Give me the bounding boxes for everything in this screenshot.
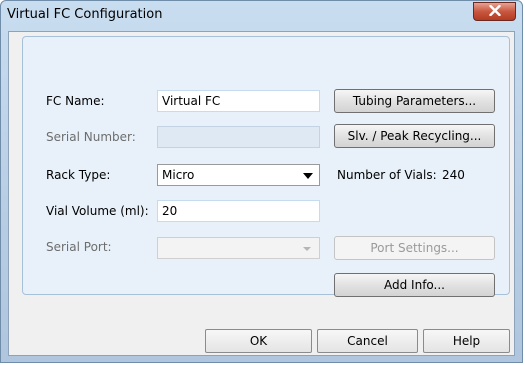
cancel-button[interactable]: Cancel — [317, 329, 418, 353]
port-settings-button[interactable]: Port Settings... — [334, 236, 495, 260]
close-button[interactable] — [473, 2, 516, 21]
serial-number-field[interactable] — [157, 126, 320, 148]
fc-name-label: FC Name: — [46, 94, 105, 108]
serial-port-dropdown[interactable] — [157, 237, 320, 259]
window-title: Virtual FC Configuration — [7, 7, 163, 22]
fc-name-field[interactable]: Virtual FC — [157, 90, 320, 112]
tubing-parameters-button[interactable]: Tubing Parameters... — [334, 89, 495, 113]
ok-button[interactable]: OK — [205, 329, 312, 353]
number-of-vials-label: Number of Vials: — [337, 168, 437, 182]
chevron-down-icon — [303, 173, 313, 179]
rack-type-dropdown[interactable]: Micro — [157, 164, 320, 186]
serial-number-label: Serial Number: — [46, 130, 136, 144]
title-bar[interactable]: Virtual FC Configuration — [1, 1, 522, 29]
rack-type-label: Rack Type: — [46, 168, 111, 182]
vial-volume-label: Vial Volume (ml): — [46, 204, 149, 218]
chevron-down-icon — [303, 247, 311, 251]
rack-type-value: Micro — [162, 168, 195, 182]
vial-volume-field[interactable]: 20 — [157, 200, 320, 222]
serial-port-label: Serial Port: — [46, 240, 112, 254]
add-info-button[interactable]: Add Info... — [334, 273, 495, 297]
dialog-window: Virtual FC Configuration FC Name: Virtua… — [0, 0, 523, 363]
number-of-vials-value: 240 — [442, 168, 465, 182]
close-icon — [488, 4, 501, 19]
help-button[interactable]: Help — [423, 329, 510, 353]
slv-peak-recycling-button[interactable]: Slv. / Peak Recycling... — [334, 124, 495, 148]
